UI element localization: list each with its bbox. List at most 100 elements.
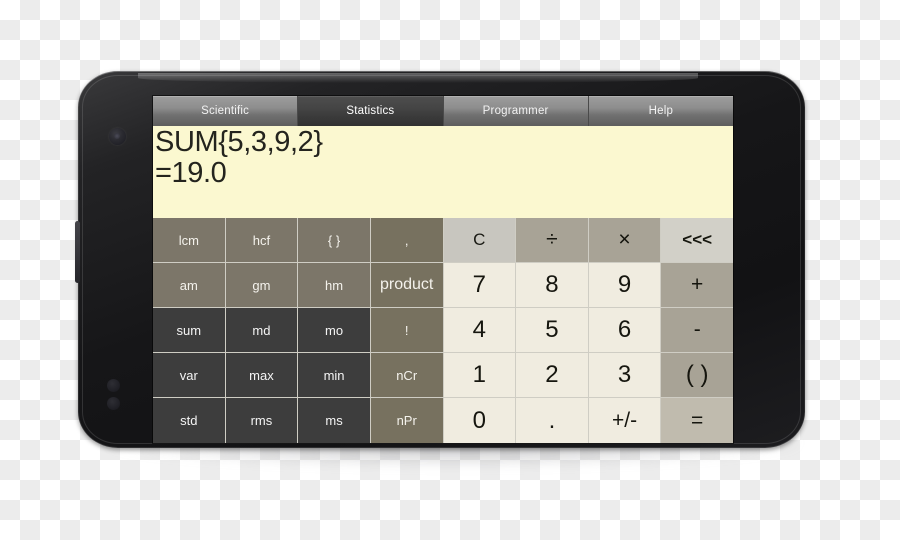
- tab-label: Scientific: [201, 105, 250, 117]
- key-product[interactable]: product: [370, 263, 444, 308]
- calculator-keypad: lcm hcf { }, C ÷ × <<< am gm hm product 7 8 9 + sum md mo…: [153, 218, 733, 443]
- key-md[interactable]: md: [225, 308, 299, 353]
- key-decimal[interactable]: .: [516, 398, 589, 443]
- tab-statistics[interactable]: Statistics: [298, 96, 444, 126]
- key-label: md: [252, 322, 271, 338]
- key-rms[interactable]: rms: [225, 398, 299, 443]
- key-label: hcf: [252, 232, 271, 248]
- key-backbackback[interactable]: <<<: [661, 218, 733, 263]
- key-label: rms: [250, 413, 273, 428]
- key-label: 9: [617, 271, 632, 298]
- key-label: std: [180, 413, 198, 428]
- key-label: lcm: [178, 232, 199, 248]
- keypad-row: am gm hm product 7 8 9 +: [153, 263, 733, 308]
- key-9[interactable]: 9: [588, 263, 662, 308]
- key-npr[interactable]: nPr: [370, 398, 444, 443]
- key-mo[interactable]: mo: [298, 308, 371, 353]
- key-label: ( ): [685, 361, 709, 388]
- key-multiply[interactable]: ×: [588, 218, 662, 263]
- key-label: 6: [617, 316, 632, 343]
- key-minus[interactable]: -: [661, 308, 733, 353]
- key-label: nCr: [396, 367, 418, 383]
- key-label: 7: [472, 271, 486, 298]
- key-braces-braces[interactable]: { }: [298, 218, 371, 263]
- key-am[interactable]: am: [153, 263, 226, 308]
- key-label: C: [473, 230, 486, 249]
- key-label: mo: [325, 322, 344, 338]
- keypad-row: lcm hcf { }, C ÷ × <<<: [153, 218, 733, 263]
- calculator-display[interactable]: SUM{5,3,9,2} =19.0: [153, 126, 733, 218]
- key-equals[interactable]: =: [661, 398, 733, 443]
- key-label: !: [404, 322, 409, 338]
- tab-label: Statistics: [346, 105, 395, 117]
- sensor-dot: [107, 379, 120, 392]
- volume-button[interactable]: [75, 221, 80, 283]
- sensor-dot: [107, 397, 120, 410]
- key-label: <<<: [682, 230, 713, 249]
- key-label: product: [380, 276, 434, 293]
- bezel-highlight: [138, 73, 698, 83]
- key-8[interactable]: 8: [516, 263, 589, 308]
- key-label: +: [691, 273, 704, 296]
- tab-help[interactable]: Help: [588, 96, 733, 126]
- tab-label: Programmer: [482, 105, 549, 117]
- key-std[interactable]: std: [153, 398, 226, 443]
- key-label: ×: [618, 228, 631, 251]
- key-label: ,: [404, 232, 409, 248]
- key-label: 2: [545, 361, 559, 388]
- key-3[interactable]: 3: [588, 353, 662, 398]
- key-label: min: [323, 367, 345, 383]
- key-label: =: [691, 408, 704, 432]
- key-sum[interactable]: sum: [153, 308, 226, 353]
- keypad-row: std rms ms nPr 0. +/- =: [153, 398, 733, 443]
- key-ncr[interactable]: nCr: [370, 353, 444, 398]
- key-label: ÷: [546, 228, 558, 251]
- tab-label: Help: [648, 105, 674, 117]
- key-hcf[interactable]: hcf: [225, 218, 299, 263]
- key-parens-parens[interactable]: ( ): [661, 353, 733, 398]
- phone-screen: Scientific Statistics Programmer Help SU…: [153, 96, 733, 443]
- key-label: ms: [325, 413, 343, 428]
- key-label: nPr: [396, 413, 417, 428]
- key-max[interactable]: max: [225, 353, 299, 398]
- key-label: .: [548, 406, 556, 434]
- key-2[interactable]: 2: [516, 353, 589, 398]
- key-4[interactable]: 4: [443, 308, 517, 353]
- key-factorial[interactable]: !: [370, 308, 444, 353]
- bezel-sensor-dots: [107, 379, 121, 411]
- keypad-row: var max min nCr 1 2 3 ( ): [153, 353, 733, 398]
- key-plusminusminus[interactable]: +/-: [588, 398, 662, 443]
- key-1[interactable]: 1: [443, 353, 517, 398]
- key-label: { }: [327, 232, 341, 248]
- key-label: 1: [472, 361, 486, 388]
- tab-scientific[interactable]: Scientific: [153, 96, 299, 126]
- key-min[interactable]: min: [298, 353, 371, 398]
- key-label: max: [249, 367, 274, 383]
- key-label: +/-: [612, 408, 638, 432]
- key-label: 8: [545, 271, 559, 298]
- tab-programmer[interactable]: Programmer: [443, 96, 589, 126]
- key-6[interactable]: 6: [588, 308, 662, 353]
- key-label: sum: [176, 322, 202, 338]
- key-label: -: [693, 318, 701, 341]
- key-gm[interactable]: gm: [225, 263, 299, 308]
- key-c[interactable]: C: [443, 218, 517, 263]
- key-7[interactable]: 7: [443, 263, 517, 308]
- key-label: 3: [617, 361, 632, 388]
- key-0[interactable]: 0: [443, 398, 517, 443]
- display-expression: SUM{5,3,9,2}: [155, 126, 323, 158]
- key-comma[interactable]: ,: [370, 218, 444, 263]
- tab-bar: Scientific Statistics Programmer Help: [153, 96, 733, 126]
- key-lcm[interactable]: lcm: [153, 218, 226, 263]
- key-label: hm: [325, 277, 344, 293]
- key-label: gm: [252, 277, 271, 293]
- key-label: 0: [472, 406, 486, 434]
- key-hm[interactable]: hm: [298, 263, 371, 308]
- key-label: var: [179, 367, 198, 383]
- key-plus[interactable]: +: [661, 263, 733, 308]
- key-5[interactable]: 5: [516, 308, 589, 353]
- key-divide[interactable]: ÷: [516, 218, 589, 263]
- front-camera-icon: [109, 128, 126, 145]
- key-ms[interactable]: ms: [298, 398, 371, 443]
- key-var[interactable]: var: [153, 353, 226, 398]
